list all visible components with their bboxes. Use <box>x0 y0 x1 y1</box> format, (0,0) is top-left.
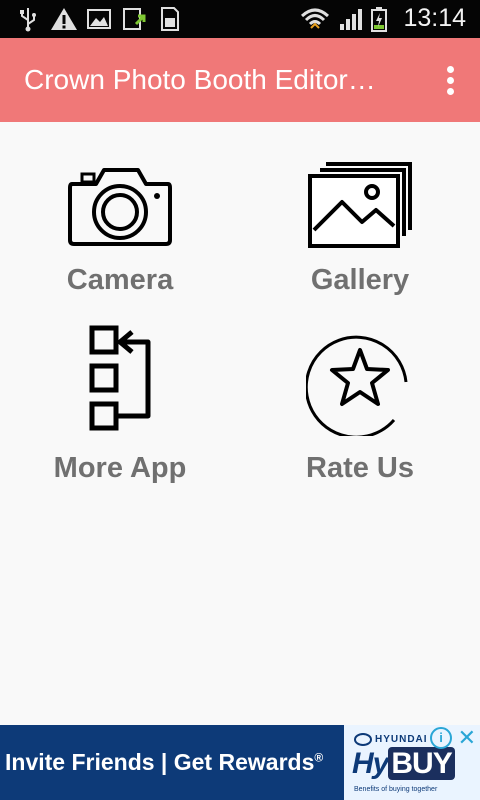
rate-us-label: Rate Us <box>306 452 414 484</box>
gallery-icon <box>308 162 412 248</box>
usb-icon <box>20 8 36 32</box>
star-icon <box>306 335 408 436</box>
ad-product-name: Hy BUY <box>352 747 455 781</box>
gallery-button[interactable]: Gallery <box>240 158 480 297</box>
signal-icon <box>340 9 362 30</box>
screenshot-icon <box>123 8 146 30</box>
camera-icon <box>68 168 172 246</box>
ad-logo: HYUNDAI Hy BUY Benefits of buying togethe… <box>344 725 480 800</box>
clock: 13:14 <box>403 4 466 32</box>
wifi-icon <box>300 8 330 29</box>
camera-label: Camera <box>66 264 174 296</box>
more-vert-icon <box>446 66 454 73</box>
ad-banner[interactable]: Invite Friends | Get Rewards® HYUNDAI Hy… <box>0 725 480 800</box>
more-app-label: More App <box>53 452 187 484</box>
warning-icon <box>51 8 77 30</box>
info-icon[interactable]: i <box>430 727 452 749</box>
image-icon <box>87 9 111 29</box>
ad-text: Invite Friends | Get Rewards® <box>5 749 324 775</box>
overflow-menu-button[interactable] <box>438 62 462 102</box>
hyundai-logo-icon <box>354 733 372 746</box>
app-toolbar: Crown Photo Booth Editor… <box>0 38 480 122</box>
rate-us-button[interactable]: Rate Us <box>240 326 480 485</box>
more-app-button[interactable]: More App <box>0 324 240 485</box>
battery-charging-icon <box>371 7 387 32</box>
gallery-label: Gallery <box>310 264 410 296</box>
ad-brand: HYUNDAI <box>354 733 428 746</box>
ad-tagline: Benefits of buying together <box>354 786 438 793</box>
camera-button[interactable]: Camera <box>0 158 240 297</box>
close-icon[interactable]: ✕ <box>458 725 476 751</box>
sd-card-icon <box>161 7 179 31</box>
more-apps-icon <box>89 325 151 431</box>
status-bar: 13:14 <box>0 0 480 38</box>
app-title: Crown Photo Booth Editor… <box>24 64 376 95</box>
